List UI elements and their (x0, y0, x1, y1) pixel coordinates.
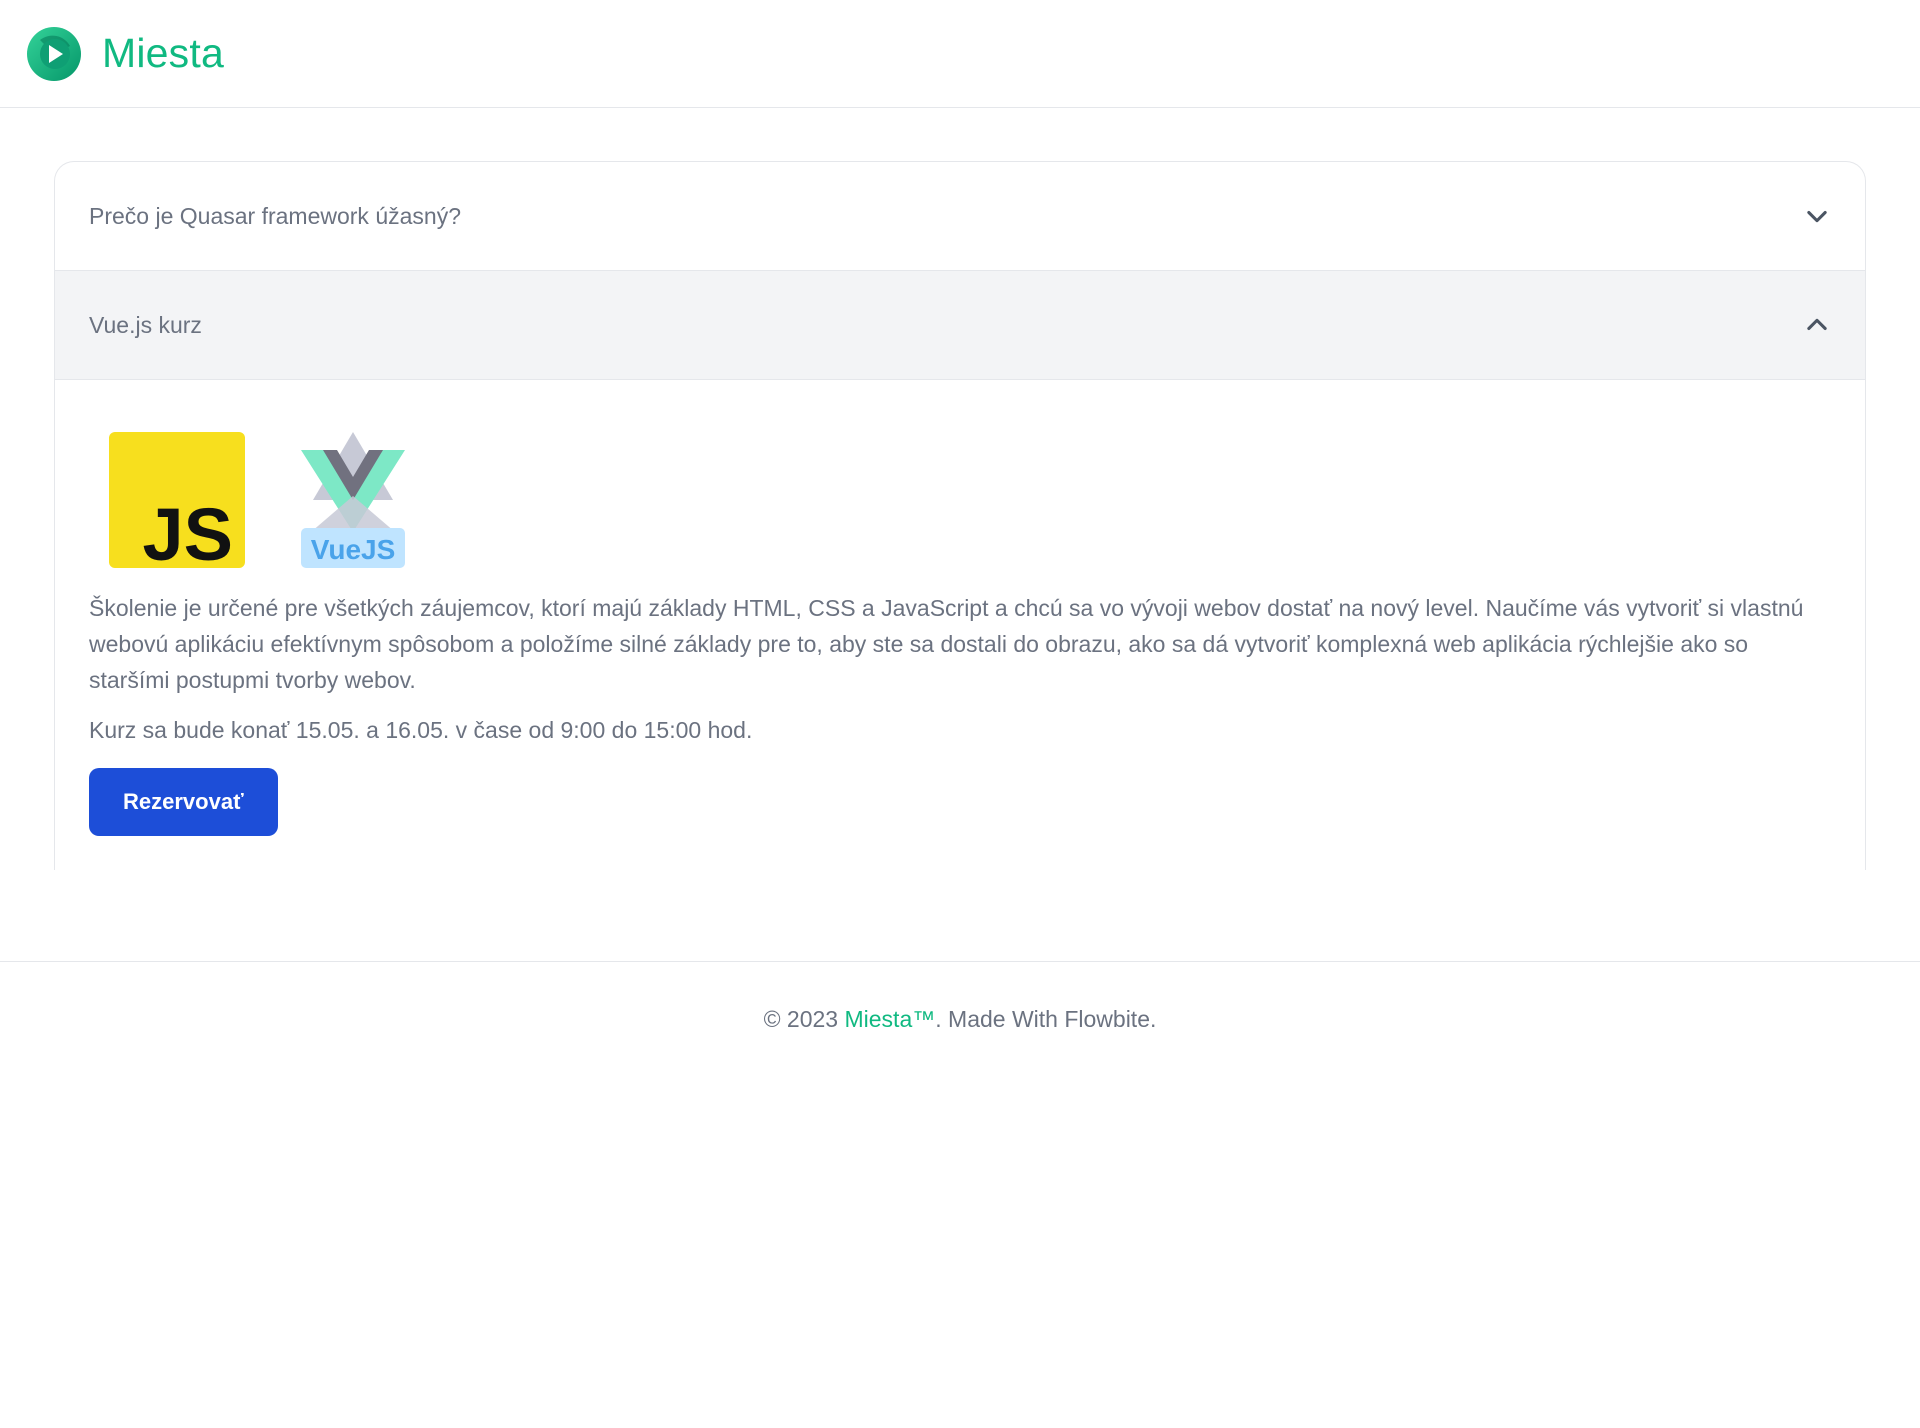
javascript-logo: JS (109, 432, 245, 568)
accordion-title: Vue.js kurz (89, 311, 202, 338)
brand-name[interactable]: Miesta (102, 30, 224, 77)
reserve-button[interactable]: Rezervovať (89, 768, 278, 836)
footer-brand-link[interactable]: Miesta™ (845, 1006, 936, 1032)
chevron-up-icon (1807, 318, 1827, 331)
svg-text:JS: JS (142, 493, 233, 568)
play-circle-icon[interactable] (26, 26, 82, 82)
course-schedule: Kurz sa bude konať 15.05. a 16.05. v čas… (89, 717, 753, 743)
footer-made-with: . Made With Flowbite. (935, 1006, 1157, 1032)
vuejs-logo: VueJS (301, 432, 405, 568)
chevron-down-icon (1807, 210, 1827, 223)
footer-copyright: © 2023 (763, 1006, 845, 1032)
accordion-header-quasar[interactable]: Prečo je Quasar framework úžasný? (55, 162, 1865, 271)
faq-accordion: Prečo je Quasar framework úžasný? Vue.js… (54, 161, 1866, 870)
site-footer: © 2023 Miesta™. Made With Flowbite. (0, 961, 1920, 1033)
accordion-title: Prečo je Quasar framework úžasný? (89, 202, 461, 229)
course-logos: JS VueJS (89, 432, 1831, 568)
course-description: Školenie je určené pre všetkých záujemco… (89, 595, 1804, 693)
accordion-panel-vuejs: JS VueJS Školenie je určené pre všetkých… (55, 380, 1865, 836)
svg-text:VueJS: VueJS (311, 534, 396, 565)
accordion-header-vuejs[interactable]: Vue.js kurz (55, 271, 1865, 380)
site-header: Miesta (0, 0, 1920, 108)
